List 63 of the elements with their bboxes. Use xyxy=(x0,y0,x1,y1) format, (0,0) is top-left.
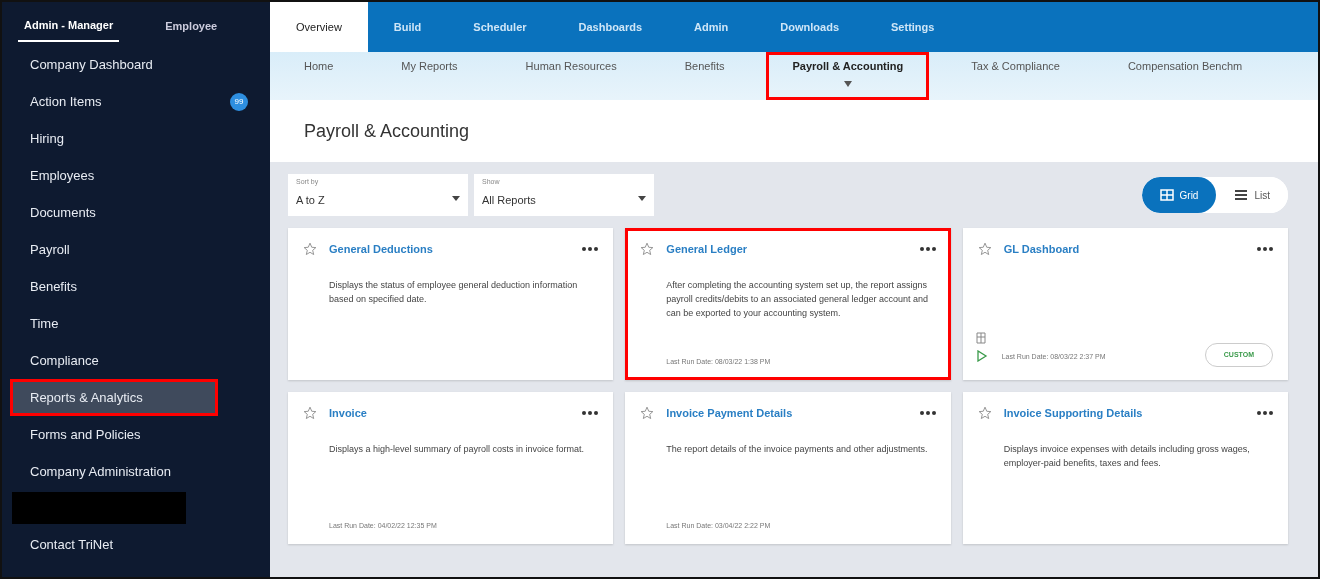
sidebar-item[interactable]: Time xyxy=(2,304,270,342)
grid-icon xyxy=(1159,189,1174,201)
report-title-link[interactable]: GL Dashboard xyxy=(1003,241,1080,258)
report-description: Displays a high-level summary of payroll costs in invoice format. xyxy=(329,442,586,456)
sidebar-item[interactable]: Documents xyxy=(2,193,270,231)
sidebar-item[interactable]: Hiring xyxy=(2,119,270,157)
dropdown-value: A to Z xyxy=(296,193,325,208)
report-title-link[interactable]: Invoice xyxy=(329,405,367,422)
view-toggle-button[interactable]: Grid xyxy=(1141,177,1217,213)
notification-badge: 99 xyxy=(230,92,248,111)
sidebar-item[interactable]: Contact TriNet xyxy=(2,525,270,563)
nav-tab[interactable]: Settings xyxy=(865,2,961,52)
sub-tab[interactable]: Compensation Benchm xyxy=(1093,52,1277,100)
caret-icon xyxy=(452,196,460,201)
sub-tab[interactable]: Payroll & Accounting xyxy=(766,52,930,100)
nav-tab[interactable]: Overview xyxy=(270,2,368,52)
role-tab[interactable]: Admin - Manager xyxy=(18,16,120,42)
nav-tab[interactable]: Downloads xyxy=(754,2,865,52)
star-icon[interactable] xyxy=(977,406,992,421)
star-icon[interactable] xyxy=(640,242,655,257)
sidebar-item[interactable]: Benefits xyxy=(2,267,270,305)
nav-tab[interactable]: Build xyxy=(367,2,448,52)
sidebar-item[interactable]: Company Administration xyxy=(2,452,270,490)
list-icon xyxy=(1234,189,1249,201)
sub-tab[interactable]: Human Resources xyxy=(491,52,651,100)
more-options-icon[interactable] xyxy=(1257,247,1273,252)
role-tab[interactable]: Employee xyxy=(159,16,224,42)
sub-tab[interactable]: Home xyxy=(270,52,368,100)
table-icon xyxy=(975,331,986,344)
sidebar-item[interactable]: Action Items 99 xyxy=(2,82,270,120)
more-options-icon[interactable] xyxy=(1257,411,1273,416)
report-description: After completing the accounting system set up, the report assigns payroll credits/debits to an associated general ledger account and can be exported to your accounting system. xyxy=(666,278,929,321)
more-options-icon[interactable] xyxy=(919,247,936,252)
report-description: The report details of the invoice payments and other adjustments. xyxy=(666,442,929,456)
report-title-link[interactable]: Invoice Supporting Details xyxy=(1003,405,1143,422)
star-icon[interactable] xyxy=(303,242,317,257)
sub-tab[interactable]: Benefits xyxy=(650,52,759,100)
report-description: Displays the status of employee general deduction information based on specified date. xyxy=(329,278,579,306)
nav-tab[interactable]: Dashboards xyxy=(552,2,669,52)
report-title-link[interactable]: General Deductions xyxy=(329,241,433,258)
more-options-icon[interactable] xyxy=(582,411,599,416)
report-title-link[interactable]: Invoice Payment Details xyxy=(666,405,793,422)
more-options-icon[interactable] xyxy=(582,247,599,252)
caret-icon xyxy=(638,196,646,201)
nav-tab[interactable]: Scheduler xyxy=(447,2,553,52)
report-title-link[interactable]: General Ledger xyxy=(666,241,748,258)
sub-tab[interactable]: My Reports xyxy=(367,52,492,100)
more-options-icon[interactable] xyxy=(919,411,936,416)
star-icon[interactable] xyxy=(640,406,655,421)
sidebar-item[interactable]: Employees xyxy=(2,156,270,194)
sidebar-item[interactable]: Forms and Policies xyxy=(2,415,270,453)
sidebar-item[interactable]: Reports & Analytics xyxy=(10,378,218,416)
page-title: Payroll & Accounting xyxy=(270,100,1318,162)
sub-tab[interactable]: Tax & Compliance xyxy=(937,52,1094,100)
report-description: Displays invoice expenses with details including gross wages, employer-paid benefits, taxes and fees. xyxy=(1003,442,1251,470)
sidebar-item[interactable]: Company Dashboard xyxy=(2,45,270,83)
sidebar-item[interactable]: Compliance xyxy=(2,341,270,379)
sidebar-item[interactable]: Payroll xyxy=(2,230,270,268)
nav-tab[interactable]: Admin xyxy=(668,2,755,52)
star-icon[interactable] xyxy=(303,406,317,421)
caret-icon xyxy=(843,80,852,87)
star-icon[interactable] xyxy=(977,242,992,257)
dropdown-value: All Reports xyxy=(482,193,536,208)
